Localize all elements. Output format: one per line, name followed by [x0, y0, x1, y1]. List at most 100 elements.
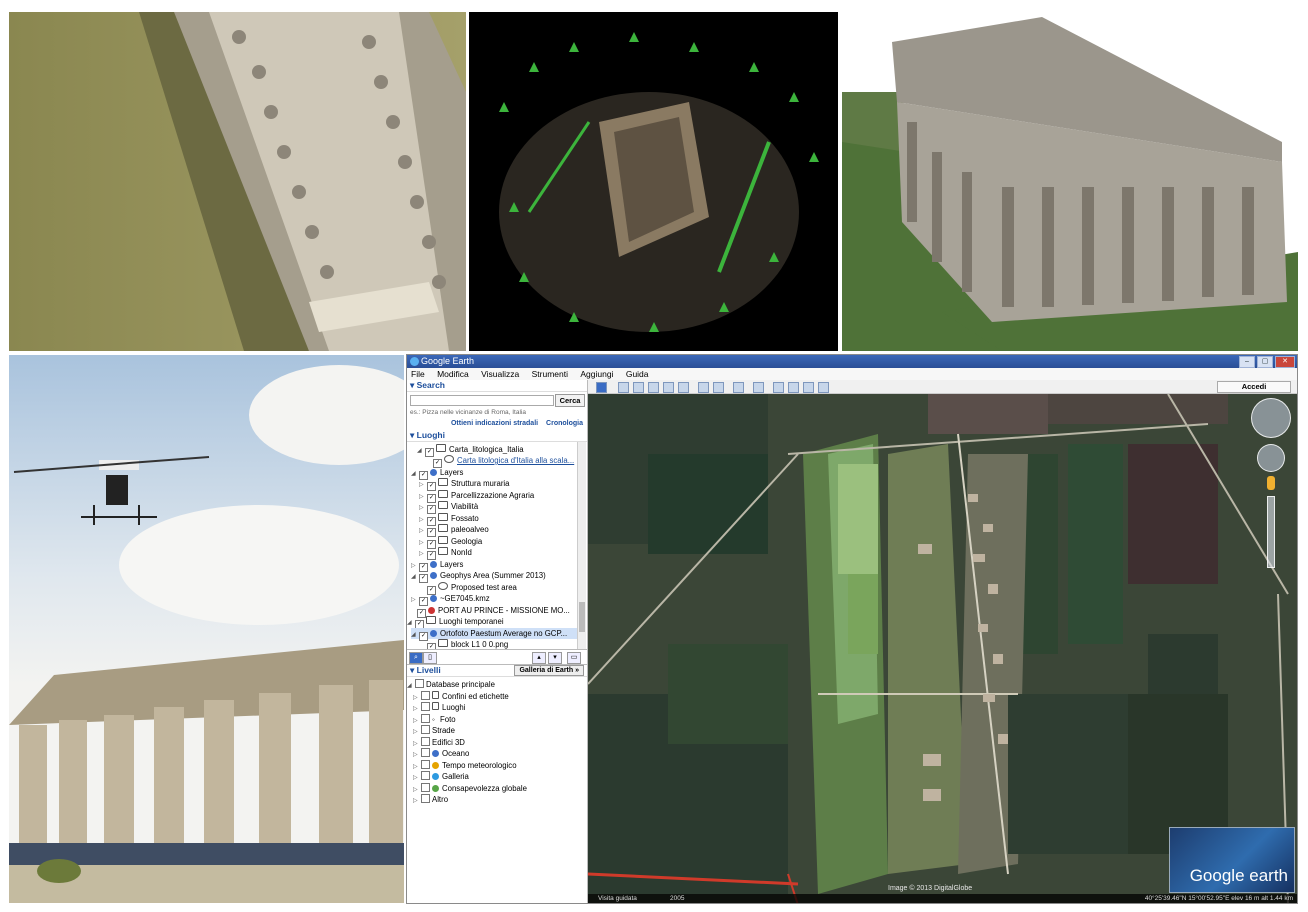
menu-view[interactable]: Visualizza: [481, 369, 519, 379]
layer-item[interactable]: ▷ ◦ Foto: [413, 714, 456, 725]
tree-item[interactable]: ▷ ✓ Parcellizzazione Agraria: [419, 490, 534, 503]
maps-icon[interactable]: [818, 382, 829, 393]
polygon-icon[interactable]: [633, 382, 644, 393]
window-title: Google Earth: [421, 356, 475, 366]
places-scrollbar[interactable]: [577, 442, 586, 649]
path-icon[interactable]: [648, 382, 659, 393]
logo-text: Google earth: [1189, 866, 1288, 885]
tree-item[interactable]: ▷ ✓ Layers: [411, 559, 463, 572]
planets-icon[interactable]: [733, 382, 744, 393]
tree-item[interactable]: ◢ ✓ Carta_litologica_Italia: [417, 444, 524, 457]
places-tree: ◢ ✓ Carta_litologica_Italia ✓ Carta litolog…: [407, 442, 587, 650]
history-link[interactable]: Cronologia: [546, 420, 583, 427]
navigation-controls: [1251, 398, 1291, 568]
search-places-icon[interactable]: ⌕: [409, 652, 423, 664]
search-header-label: Search: [416, 380, 445, 390]
temple-3d-model: [842, 12, 1298, 351]
google-earth-app-icon: [410, 357, 419, 366]
temple-model-illustration: [842, 12, 1298, 351]
menu-file[interactable]: File: [411, 369, 425, 379]
tree-item[interactable]: ◢ ✓ Luoghi temporanei: [407, 616, 504, 629]
menu-bar: File Modifica Visualizza Strumenti Aggiu…: [407, 368, 1297, 380]
coordinates-readout: 40°25'39.46"N 15°00'52.95"E elev 16 m al…: [1144, 895, 1293, 902]
panel-toggle-icon[interactable]: ▯: [423, 652, 437, 664]
tree-item[interactable]: ▷ ✓ Viabilità: [419, 501, 478, 514]
sidebar-toggle-icon[interactable]: [596, 382, 607, 393]
layer-item[interactable]: ◢ Database principale: [407, 679, 495, 690]
point-cloud-model: [469, 12, 838, 351]
layer-item[interactable]: ▷ Confini ed etichette: [413, 691, 509, 702]
email-icon[interactable]: [773, 382, 784, 393]
search-input[interactable]: [410, 395, 554, 406]
window-controls: – ▢ ✕: [1239, 356, 1295, 368]
tree-item[interactable]: ◢ ✓ Ortofoto Paestum Average no GCP...: [411, 628, 577, 641]
search-row: Cerca: [407, 392, 587, 408]
close-button[interactable]: ✕: [1275, 356, 1295, 368]
maximize-button[interactable]: ▢: [1257, 356, 1273, 368]
tree-item[interactable]: ✓ Carta litologica d'Italia alla scala...: [433, 455, 574, 468]
tree-item[interactable]: ✓ PORT AU PRINCE - MISSIONE MO...: [417, 605, 570, 618]
google-earth-logo: Google earth: [1169, 827, 1295, 893]
tree-item[interactable]: ▷ ✓ Fossato: [419, 513, 479, 526]
imagery-year: 2005: [670, 895, 685, 902]
tree-item[interactable]: ◢ ✓ Geophys Area (Summer 2013): [411, 570, 546, 583]
tree-item[interactable]: ◢ ✓ Layers: [411, 467, 463, 480]
layer-item[interactable]: ▷ Oceano: [413, 748, 469, 759]
earth-gallery-button[interactable]: Galleria di Earth »: [514, 665, 584, 676]
layers-panel-header[interactable]: ▾ Livelli Galleria di Earth »: [407, 665, 587, 677]
drone: [13, 456, 210, 525]
compass-icon[interactable]: [1251, 398, 1291, 438]
placemark-icon[interactable]: [618, 382, 629, 393]
search-button[interactable]: Cerca: [555, 394, 585, 407]
zoom-slider[interactable]: [1267, 496, 1275, 568]
menu-tools[interactable]: Strumenti: [532, 369, 568, 379]
tree-item[interactable]: ▷ ✓ Struttura muraria: [419, 478, 510, 491]
historical-imagery-icon[interactable]: [698, 382, 709, 393]
layer-item[interactable]: ▷ Consapevolezza globale: [413, 783, 527, 794]
layer-item[interactable]: ▷ Galleria: [413, 771, 469, 782]
map-toolbar: Accedi: [588, 380, 1297, 394]
tree-item[interactable]: ▷ ✓ NonId: [419, 547, 472, 560]
tour-icon[interactable]: [678, 382, 689, 393]
open-in-icon[interactable]: ▭: [567, 652, 581, 664]
sign-in-button[interactable]: Accedi: [1217, 381, 1291, 393]
places-toolbar: ⌕ ▯ ▴ ▾ ▭: [407, 650, 587, 665]
layers-tree: ◢ Database principale ▷ Confini ed etichet…: [407, 677, 587, 827]
search-panel-header[interactable]: ▾ Search: [407, 380, 587, 392]
tree-item[interactable]: ▷ ✓ Geologia: [419, 536, 482, 549]
menu-edit[interactable]: Modifica: [437, 369, 469, 379]
print-icon[interactable]: [788, 382, 799, 393]
menu-help[interactable]: Guida: [626, 369, 649, 379]
layer-item[interactable]: ▷ Strade: [413, 725, 455, 736]
status-bar: Visita guidata 2005 40°25'39.46"N 15°00'…: [588, 894, 1297, 903]
layer-item[interactable]: ▷ Altro: [413, 794, 448, 805]
move-down-icon[interactable]: ▾: [548, 652, 562, 664]
tree-item[interactable]: ✓ Proposed test area: [427, 582, 517, 595]
search-hint: es.: Pizza nelle vicinanze di Roma, Ital…: [410, 409, 526, 416]
map-view[interactable]: Google earth Image © 2013 DigitalGlobe V…: [588, 394, 1297, 903]
layer-item[interactable]: ▷ Edifici 3D: [413, 737, 465, 748]
layer-item[interactable]: ▷ Luoghi: [413, 702, 465, 713]
layer-item[interactable]: ▷ Tempo meteorologico: [413, 760, 517, 771]
look-joystick-icon[interactable]: [1257, 444, 1285, 472]
minimize-button[interactable]: –: [1239, 356, 1255, 368]
directions-link[interactable]: Ottieni indicazioni stradali: [451, 420, 538, 427]
menu-add[interactable]: Aggiungi: [580, 369, 613, 379]
sidebar: ▾ Search Cerca es.: Pizza nelle vicinanz…: [407, 380, 588, 903]
overlay-icon[interactable]: [663, 382, 674, 393]
tree-item[interactable]: ▷ ✓ ~GE7045.kmz: [411, 593, 490, 606]
aerial-temple-photo: [9, 12, 466, 351]
sun-icon[interactable]: [713, 382, 724, 393]
tree-item[interactable]: ✓ block L1 0 0.png: [427, 639, 508, 649]
tree-item[interactable]: ▷ ✓ paleoalveo: [419, 524, 489, 537]
ruler-icon[interactable]: [753, 382, 764, 393]
street-view-pegman-icon[interactable]: [1267, 476, 1275, 490]
move-up-icon[interactable]: ▴: [532, 652, 546, 664]
drone-temple-photo: [9, 355, 404, 903]
layers-header-label: Livelli: [416, 665, 441, 675]
places-panel-header[interactable]: ▾ Luoghi: [407, 430, 587, 442]
save-image-icon[interactable]: [803, 382, 814, 393]
drone-photo-illustration: [9, 365, 404, 903]
point-cloud-illustration: [469, 12, 838, 351]
tour-guide-label[interactable]: Visita guidata: [598, 894, 637, 903]
